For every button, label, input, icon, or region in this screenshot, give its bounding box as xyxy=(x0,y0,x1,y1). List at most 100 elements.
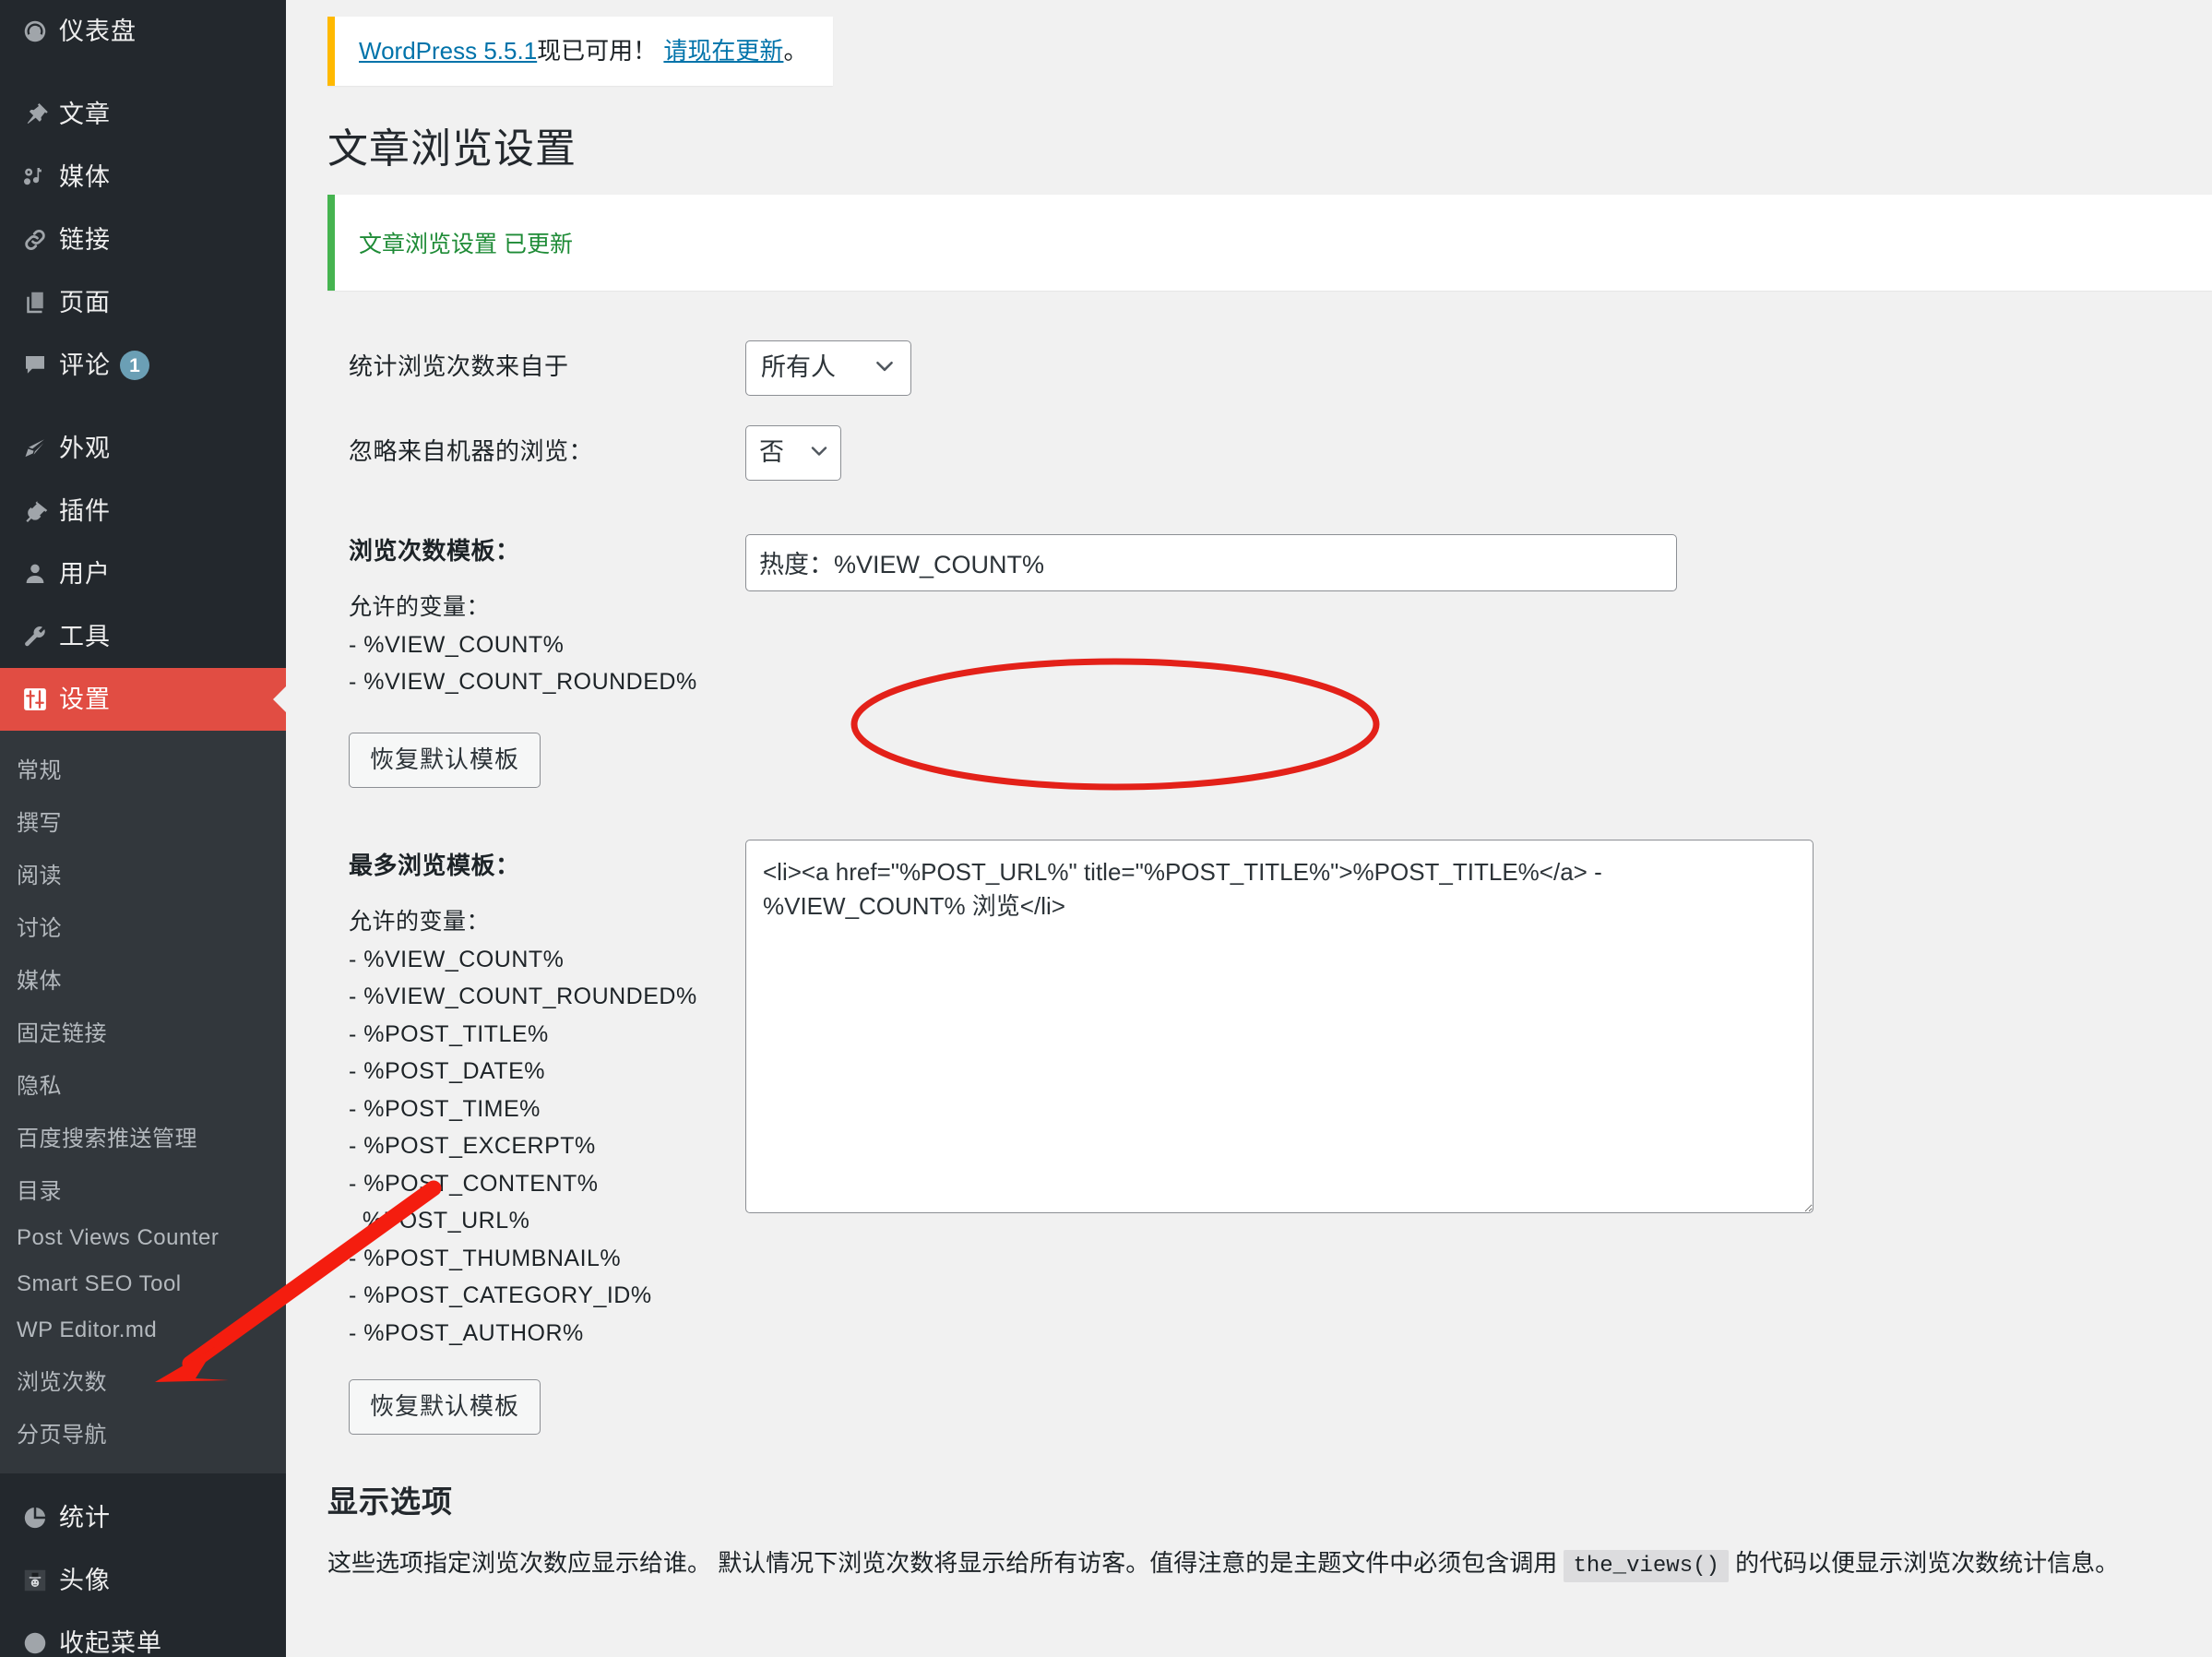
sidebar-item-label: 链接 xyxy=(59,228,111,253)
submenu-item-view-counts[interactable]: 浏览次数 xyxy=(0,1353,286,1406)
sidebar-item-avatar[interactable]: 头像 xyxy=(0,1549,286,1612)
submenu-item-general[interactable]: 常规 xyxy=(0,742,286,794)
most-viewed-vars-heading: 允许的变量： xyxy=(349,909,490,935)
plugin-icon xyxy=(11,497,59,525)
main-content: WordPress 5.5.1现已可用！ 请现在更新。 文章浏览设置 文章浏览设… xyxy=(286,0,2212,1657)
wp-admin-screen: 仪表盘 文章 媒体 xyxy=(0,0,2212,1657)
sidebar-item-pages[interactable]: 页面 xyxy=(0,271,286,334)
sidebar-item-label: 头像 xyxy=(59,1568,111,1593)
sidebar-item-label: 媒体 xyxy=(59,165,111,190)
count-from-label: 统计浏览次数来自于 xyxy=(349,339,745,385)
the-views-code: the_views() xyxy=(1564,1550,1728,1582)
count-from-select[interactable]: 所有人 xyxy=(745,340,911,396)
pie-chart-icon xyxy=(11,1504,59,1532)
link-icon xyxy=(11,226,59,254)
display-options-desc-after: 的代码以便显示浏览次数统计信息。 xyxy=(1735,1549,2119,1577)
setting-row-ignore-bots: 忽略来自机器的浏览： 否 xyxy=(349,423,2212,481)
setting-row-most-viewed-template: 最多浏览模板： 允许的变量： - %VIEW_COUNT% - %VIEW_CO… xyxy=(349,838,2212,1435)
submenu-item-post-views-counter[interactable]: Post Views Counter xyxy=(0,1215,286,1261)
most-viewed-var: - %POST_TIME% xyxy=(349,1096,541,1122)
sidebar-item-label: 评论 xyxy=(59,353,111,378)
submenu-item-permalinks[interactable]: 固定链接 xyxy=(0,1005,286,1057)
most-viewed-template-textarea[interactable]: <li><a href="%POST_URL%" title="%POST_TI… xyxy=(745,840,1814,1213)
sidebar-item-comments[interactable]: 评论 1 xyxy=(0,334,286,397)
sidebar-item-links[interactable]: 链接 xyxy=(0,209,286,271)
sidebar-bottom-group: 统计 头像 xyxy=(0,1473,286,1657)
settings-updated-text: 文章浏览设置 已更新 xyxy=(359,232,573,257)
media-icon xyxy=(11,163,59,191)
sidebar-item-collapse-menu[interactable]: 收起菜单 xyxy=(0,1612,286,1657)
most-viewed-var: - %POST_THUMBNAIL% xyxy=(349,1246,621,1271)
page-title: 文章浏览设置 xyxy=(327,115,2212,174)
sidebar-item-label: 文章 xyxy=(59,102,111,127)
submenu-item-baidu-push[interactable]: 百度搜索推送管理 xyxy=(0,1110,286,1162)
most-viewed-var: - %VIEW_COUNT% xyxy=(349,947,564,972)
sidebar-item-label: 收起菜单 xyxy=(59,1631,162,1656)
sidebar-item-label: 插件 xyxy=(59,499,111,524)
submenu-item-wp-editor-md[interactable]: WP Editor.md xyxy=(0,1307,286,1353)
wordpress-update-notice: WordPress 5.5.1现已可用！ 请现在更新。 xyxy=(327,17,833,86)
sidebar-item-posts[interactable]: 文章 xyxy=(0,83,286,146)
settings-form: 统计浏览次数来自于 所有人 忽略来自机器的浏览： 否 xyxy=(286,291,2212,1435)
submenu-item-toc[interactable]: 目录 xyxy=(0,1162,286,1215)
most-viewed-var: - %POST_EXCERPT% xyxy=(349,1133,596,1159)
most-viewed-var: %POST_URL% xyxy=(349,1208,529,1234)
sidebar-item-label: 工具 xyxy=(59,625,111,650)
submenu-item-privacy[interactable]: 隐私 xyxy=(0,1057,286,1110)
view-template-input-wrap xyxy=(745,523,1677,591)
sidebar-item-users[interactable]: 用户 xyxy=(0,542,286,605)
sidebar-item-plugins[interactable]: 插件 xyxy=(0,480,286,542)
setting-row-view-template: 浏览次数模板： 允许的变量： - %VIEW_COUNT% - %VIEW_CO… xyxy=(349,523,2212,788)
view-template-input[interactable] xyxy=(745,534,1677,591)
sidebar-top-group: 仪表盘 文章 媒体 xyxy=(0,0,286,731)
sidebar-item-label: 统计 xyxy=(59,1506,111,1531)
sidebar-item-label: 设置 xyxy=(59,687,111,712)
view-template-var: - %VIEW_COUNT% xyxy=(349,632,564,658)
admin-sidebar: 仪表盘 文章 媒体 xyxy=(0,0,286,1657)
submenu-item-discussion[interactable]: 讨论 xyxy=(0,900,286,952)
user-icon xyxy=(11,560,59,588)
appearance-brush-icon xyxy=(11,435,59,462)
sidebar-item-tools[interactable]: 工具 xyxy=(0,605,286,668)
most-viewed-label-block: 最多浏览模板： 允许的变量： - %VIEW_COUNT% - %VIEW_CO… xyxy=(349,838,745,1435)
most-viewed-var: - %POST_CONTENT% xyxy=(349,1171,599,1197)
display-options-desc-before: 这些选项指定浏览次数应显示给谁。 默认情况下浏览次数将显示给所有访客。值得注意的… xyxy=(327,1549,1557,1577)
sidebar-item-dashboard[interactable]: 仪表盘 xyxy=(0,0,286,63)
sidebar-item-media[interactable]: 媒体 xyxy=(0,146,286,209)
page-icon xyxy=(11,289,59,316)
ignore-bots-select-wrap: 否 xyxy=(745,425,841,481)
wordpress-version-link[interactable]: WordPress 5.5.1 xyxy=(359,37,537,65)
sidebar-item-settings[interactable]: 设置 xyxy=(0,668,286,731)
settings-updated-notice: 文章浏览设置 已更新 xyxy=(327,195,2212,291)
most-viewed-var: - %POST_AUTHOR% xyxy=(349,1320,584,1346)
comment-icon xyxy=(11,352,59,379)
avatar-icon xyxy=(11,1567,59,1594)
ignore-bots-select[interactable]: 否 xyxy=(745,425,841,481)
settings-submenu: 常规 撰写 阅读 讨论 媒体 固定链接 隐私 百度搜索推送管理 目录 Post … xyxy=(0,731,286,1473)
setting-row-count-from: 统计浏览次数来自于 所有人 xyxy=(349,339,2212,396)
update-notice-text: 现已可用！ xyxy=(537,37,657,65)
update-now-link[interactable]: 请现在更新 xyxy=(663,37,783,65)
dashboard-icon xyxy=(11,18,59,45)
update-notice-period: 。 xyxy=(783,37,807,65)
most-viewed-var: - %POST_DATE% xyxy=(349,1058,545,1084)
most-viewed-var: - %VIEW_COUNT_ROUNDED% xyxy=(349,983,697,1009)
view-template-reset-button[interactable]: 恢复默认模板 xyxy=(349,733,541,788)
submenu-item-smart-seo-tool[interactable]: Smart SEO Tool xyxy=(0,1261,286,1307)
submenu-item-writing[interactable]: 撰写 xyxy=(0,794,286,847)
most-viewed-textarea-wrap: <li><a href="%POST_URL%" title="%POST_TI… xyxy=(745,838,1814,1218)
view-template-label: 浏览次数模板： xyxy=(349,534,745,569)
submenu-item-media[interactable]: 媒体 xyxy=(0,952,286,1005)
sidebar-item-label: 仪表盘 xyxy=(59,19,137,44)
most-viewed-reset-button[interactable]: 恢复默认模板 xyxy=(349,1379,541,1435)
submenu-item-reading[interactable]: 阅读 xyxy=(0,847,286,900)
submenu-item-pagination[interactable]: 分页导航 xyxy=(0,1406,286,1459)
sidebar-item-label: 用户 xyxy=(59,562,111,587)
sidebar-item-appearance[interactable]: 外观 xyxy=(0,417,286,480)
sidebar-item-statistics[interactable]: 统计 xyxy=(0,1486,286,1549)
count-from-select-wrap: 所有人 xyxy=(745,340,911,396)
display-options-title: 显示选项 xyxy=(327,1477,2212,1521)
most-viewed-var: - %POST_CATEGORY_ID% xyxy=(349,1282,652,1308)
display-options-description: 这些选项指定浏览次数应显示给谁。 默认情况下浏览次数将显示给所有访客。值得注意的… xyxy=(327,1545,2212,1583)
most-viewed-template-label: 最多浏览模板： xyxy=(349,849,745,884)
